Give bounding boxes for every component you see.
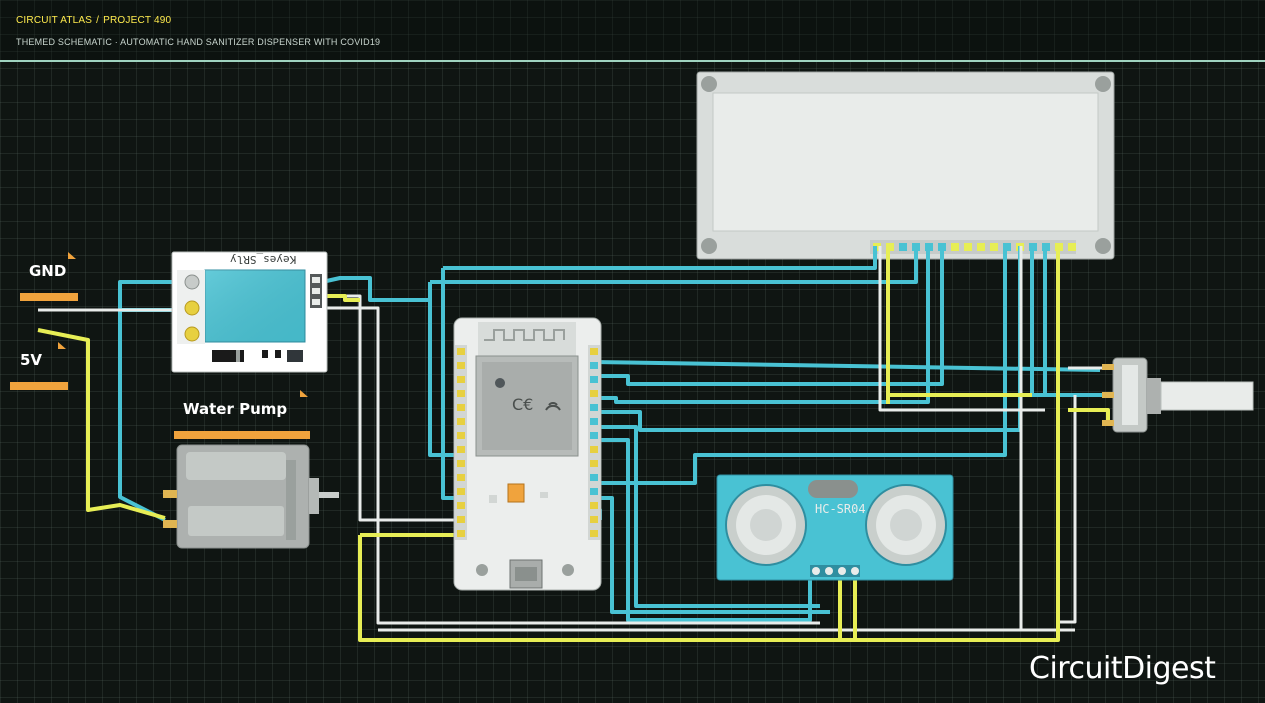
ultrasonic-sensor[interactable] (716, 474, 954, 581)
brand-part2: Digest (1122, 651, 1216, 686)
relay-brand-label: Keyes_SRly (230, 253, 297, 266)
brand-logo: CircuitDigest (1029, 651, 1216, 686)
gnd-label: GND (29, 262, 67, 280)
esp32-board[interactable]: C€ (453, 317, 602, 591)
circuit-canvas: C€ (10, 71, 1254, 642)
water-pump[interactable] (163, 444, 339, 549)
lcd-display[interactable] (696, 71, 1115, 260)
sensor-model-label: HC-SR04 (815, 502, 866, 516)
potentiometer[interactable] (1102, 357, 1254, 433)
ce-mark-icon: C€ (512, 395, 533, 414)
relay-module[interactable] (171, 251, 328, 373)
five-volt-label: 5V (20, 351, 43, 369)
brand-part1: Circuit (1029, 651, 1123, 686)
water-pump-label: Water Pump (183, 400, 288, 418)
